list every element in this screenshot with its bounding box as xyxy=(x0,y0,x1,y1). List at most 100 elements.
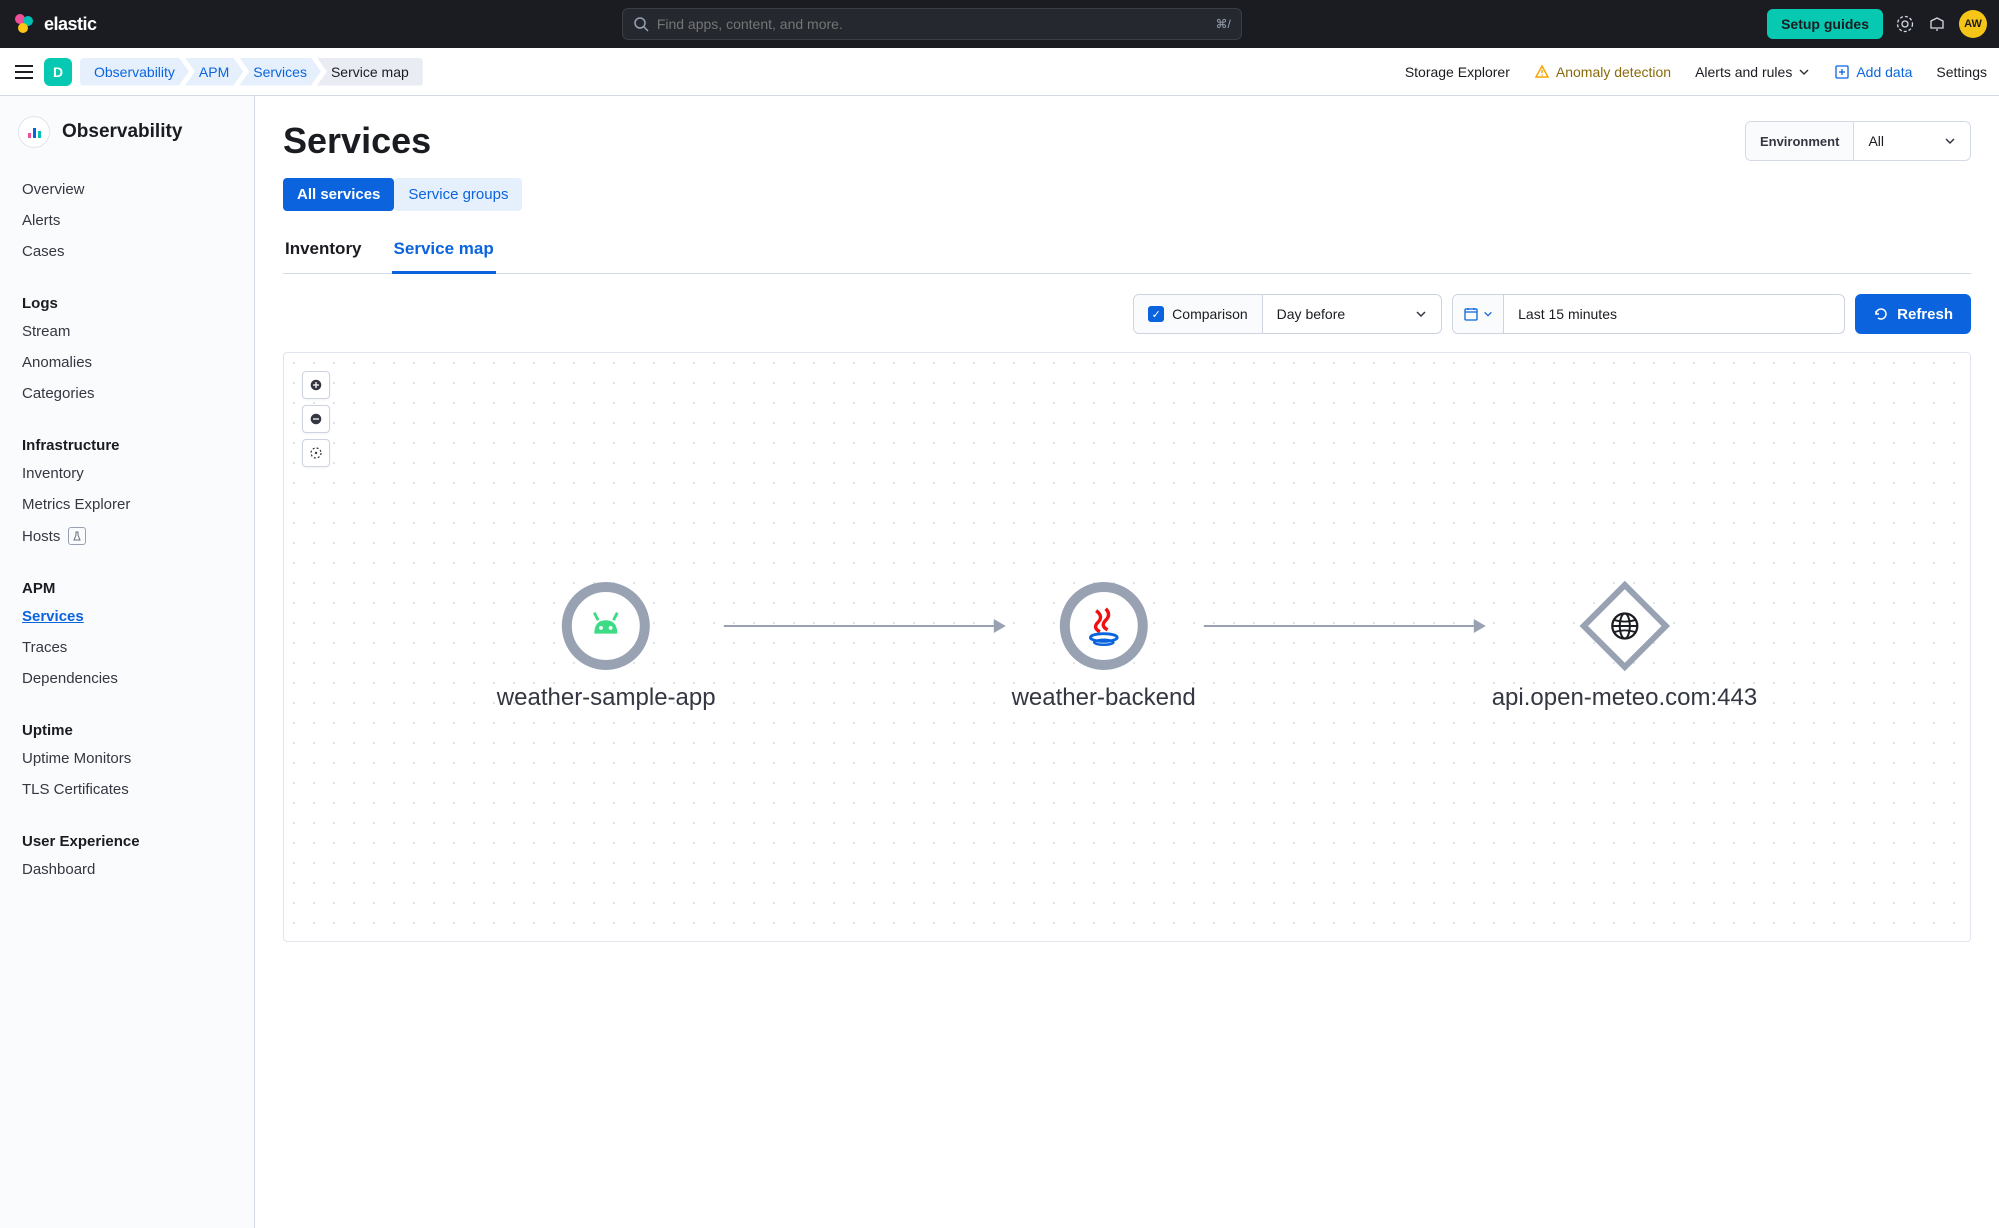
comparison-value: Day before xyxy=(1277,306,1345,322)
pill-tabs: All services Service groups xyxy=(283,178,1971,211)
elastic-cluster-icon xyxy=(12,12,36,36)
beta-icon xyxy=(68,527,86,545)
service-node-weather-backend[interactable]: weather-backend xyxy=(1012,582,1196,712)
sidebar-heading-uptime: Uptime xyxy=(0,710,254,743)
time-range-quick-button[interactable] xyxy=(1453,295,1504,333)
zoom-in-button[interactable] xyxy=(302,371,330,399)
environment-value: All xyxy=(1868,133,1884,149)
line-tab-inventory[interactable]: Inventory xyxy=(283,229,364,274)
minus-icon xyxy=(310,413,322,425)
sidebar-heading-user-experience: User Experience xyxy=(0,821,254,854)
settings-link[interactable]: Settings xyxy=(1936,64,1987,80)
subheader-right: Storage Explorer Anomaly detection Alert… xyxy=(1405,64,1987,80)
service-node-weather-sample-app[interactable]: weather-sample-app xyxy=(497,582,716,712)
environment-selector[interactable]: Environment All xyxy=(1745,121,1971,161)
nav-toggle-icon[interactable] xyxy=(12,60,36,84)
warning-icon xyxy=(1534,64,1550,80)
service-node-external-api[interactable]: api.open-meteo.com:443 xyxy=(1492,582,1758,712)
search-icon xyxy=(633,16,649,32)
sidebar-item-alerts[interactable]: Alerts xyxy=(0,205,254,236)
brand-logo[interactable]: elastic xyxy=(12,12,97,36)
environment-value-wrap[interactable]: All xyxy=(1854,122,1970,160)
sidebar-item-services[interactable]: Services xyxy=(0,601,254,632)
sidebar-item-categories[interactable]: Categories xyxy=(0,378,254,409)
breadcrumb-current: Service map xyxy=(317,58,423,86)
sidebar-item-uptime-monitors[interactable]: Uptime Monitors xyxy=(0,743,254,774)
time-range-control: Last 15 minutes xyxy=(1452,294,1845,334)
chevron-down-icon xyxy=(1944,135,1956,147)
chevron-down-icon xyxy=(1798,66,1810,78)
breadcrumbs: Observability APM Services Service map xyxy=(80,58,423,86)
sidebar-item-metrics-explorer[interactable]: Metrics Explorer xyxy=(0,489,254,520)
zoom-out-button[interactable] xyxy=(302,405,330,433)
environment-label: Environment xyxy=(1746,122,1854,160)
alerts-rules-label: Alerts and rules xyxy=(1695,64,1792,80)
node-label: api.open-meteo.com:443 xyxy=(1492,684,1758,712)
sidebar-item-hosts[interactable]: Hosts xyxy=(0,520,254,552)
plus-icon xyxy=(310,379,322,391)
controls-row: ✓ Comparison Day before Last 15 minutes … xyxy=(283,294,1971,334)
sidebar-item-dashboard[interactable]: Dashboard xyxy=(0,854,254,885)
sidebar-item-inventory[interactable]: Inventory xyxy=(0,458,254,489)
sidebar: Observability Overview Alerts Cases Logs… xyxy=(0,96,255,1228)
node-circle xyxy=(562,582,650,670)
node-circle xyxy=(1060,582,1148,670)
calendar-icon xyxy=(1463,306,1479,322)
breadcrumb-apm[interactable]: APM xyxy=(185,58,243,86)
breadcrumb-observability[interactable]: Observability xyxy=(80,58,189,86)
service-map-canvas[interactable]: weather-sample-app weather-backend xyxy=(283,352,1971,942)
sidebar-title-row: Observability xyxy=(0,116,254,166)
fit-button[interactable] xyxy=(302,439,330,467)
comparison-control: ✓ Comparison Day before xyxy=(1133,294,1442,334)
pill-tab-all-services[interactable]: All services xyxy=(283,178,394,211)
sidebar-heading-apm: APM xyxy=(0,568,254,601)
sidebar-item-anomalies[interactable]: Anomalies xyxy=(0,347,254,378)
observability-icon xyxy=(18,116,50,148)
comparison-toggle[interactable]: ✓ Comparison xyxy=(1134,295,1262,333)
fit-icon xyxy=(309,446,323,460)
refresh-icon xyxy=(1873,306,1889,322)
comparison-select[interactable]: Day before xyxy=(1263,295,1441,333)
setup-guides-button[interactable]: Setup guides xyxy=(1767,9,1883,39)
time-range-value[interactable]: Last 15 minutes xyxy=(1504,295,1844,333)
android-icon xyxy=(583,603,629,649)
service-map-edge xyxy=(1204,625,1484,627)
global-search-wrap: ⌘/ xyxy=(109,8,1756,40)
topbar-right: Setup guides AW xyxy=(1767,9,1987,39)
node-label: weather-backend xyxy=(1012,684,1196,712)
page-head: Services Environment All xyxy=(283,120,1971,162)
sidebar-item-stream[interactable]: Stream xyxy=(0,316,254,347)
service-map-nodes: weather-sample-app weather-backend xyxy=(497,582,1757,712)
alerts-rules-link[interactable]: Alerts and rules xyxy=(1695,64,1810,80)
sidebar-item-hosts-label: Hosts xyxy=(22,528,60,545)
brand-text: elastic xyxy=(44,14,97,35)
sidebar-item-tls-certificates[interactable]: TLS Certificates xyxy=(0,774,254,805)
java-icon xyxy=(1081,603,1127,649)
anomaly-detection-link[interactable]: Anomaly detection xyxy=(1534,64,1671,80)
newsfeed-icon[interactable] xyxy=(1927,14,1947,34)
sidebar-item-cases[interactable]: Cases xyxy=(0,236,254,267)
sidebar-item-overview[interactable]: Overview xyxy=(0,174,254,205)
sidebar-item-dependencies[interactable]: Dependencies xyxy=(0,663,254,694)
search-shortcut: ⌘/ xyxy=(1215,17,1230,31)
sidebar-item-traces[interactable]: Traces xyxy=(0,632,254,663)
subheader: D Observability APM Services Service map… xyxy=(0,48,1999,96)
refresh-label: Refresh xyxy=(1897,306,1953,323)
refresh-button[interactable]: Refresh xyxy=(1855,294,1971,334)
node-label: weather-sample-app xyxy=(497,684,716,712)
global-search[interactable]: ⌘/ xyxy=(622,8,1242,40)
breadcrumb-services[interactable]: Services xyxy=(239,58,321,86)
search-input[interactable] xyxy=(657,16,1208,32)
content: Services Environment All All services Se… xyxy=(255,96,1999,1228)
user-avatar[interactable]: AW xyxy=(1959,10,1987,38)
help-icon[interactable] xyxy=(1895,14,1915,34)
pill-tab-service-groups[interactable]: Service groups xyxy=(394,178,522,211)
sidebar-heading-logs: Logs xyxy=(0,283,254,316)
line-tab-service-map[interactable]: Service map xyxy=(392,229,496,274)
page-title: Services xyxy=(283,120,431,162)
space-badge[interactable]: D xyxy=(44,58,72,86)
service-map-edge xyxy=(724,625,1004,627)
storage-explorer-link[interactable]: Storage Explorer xyxy=(1405,64,1510,80)
subheader-left: D Observability APM Services Service map xyxy=(12,58,423,86)
add-data-link[interactable]: Add data xyxy=(1834,64,1912,80)
